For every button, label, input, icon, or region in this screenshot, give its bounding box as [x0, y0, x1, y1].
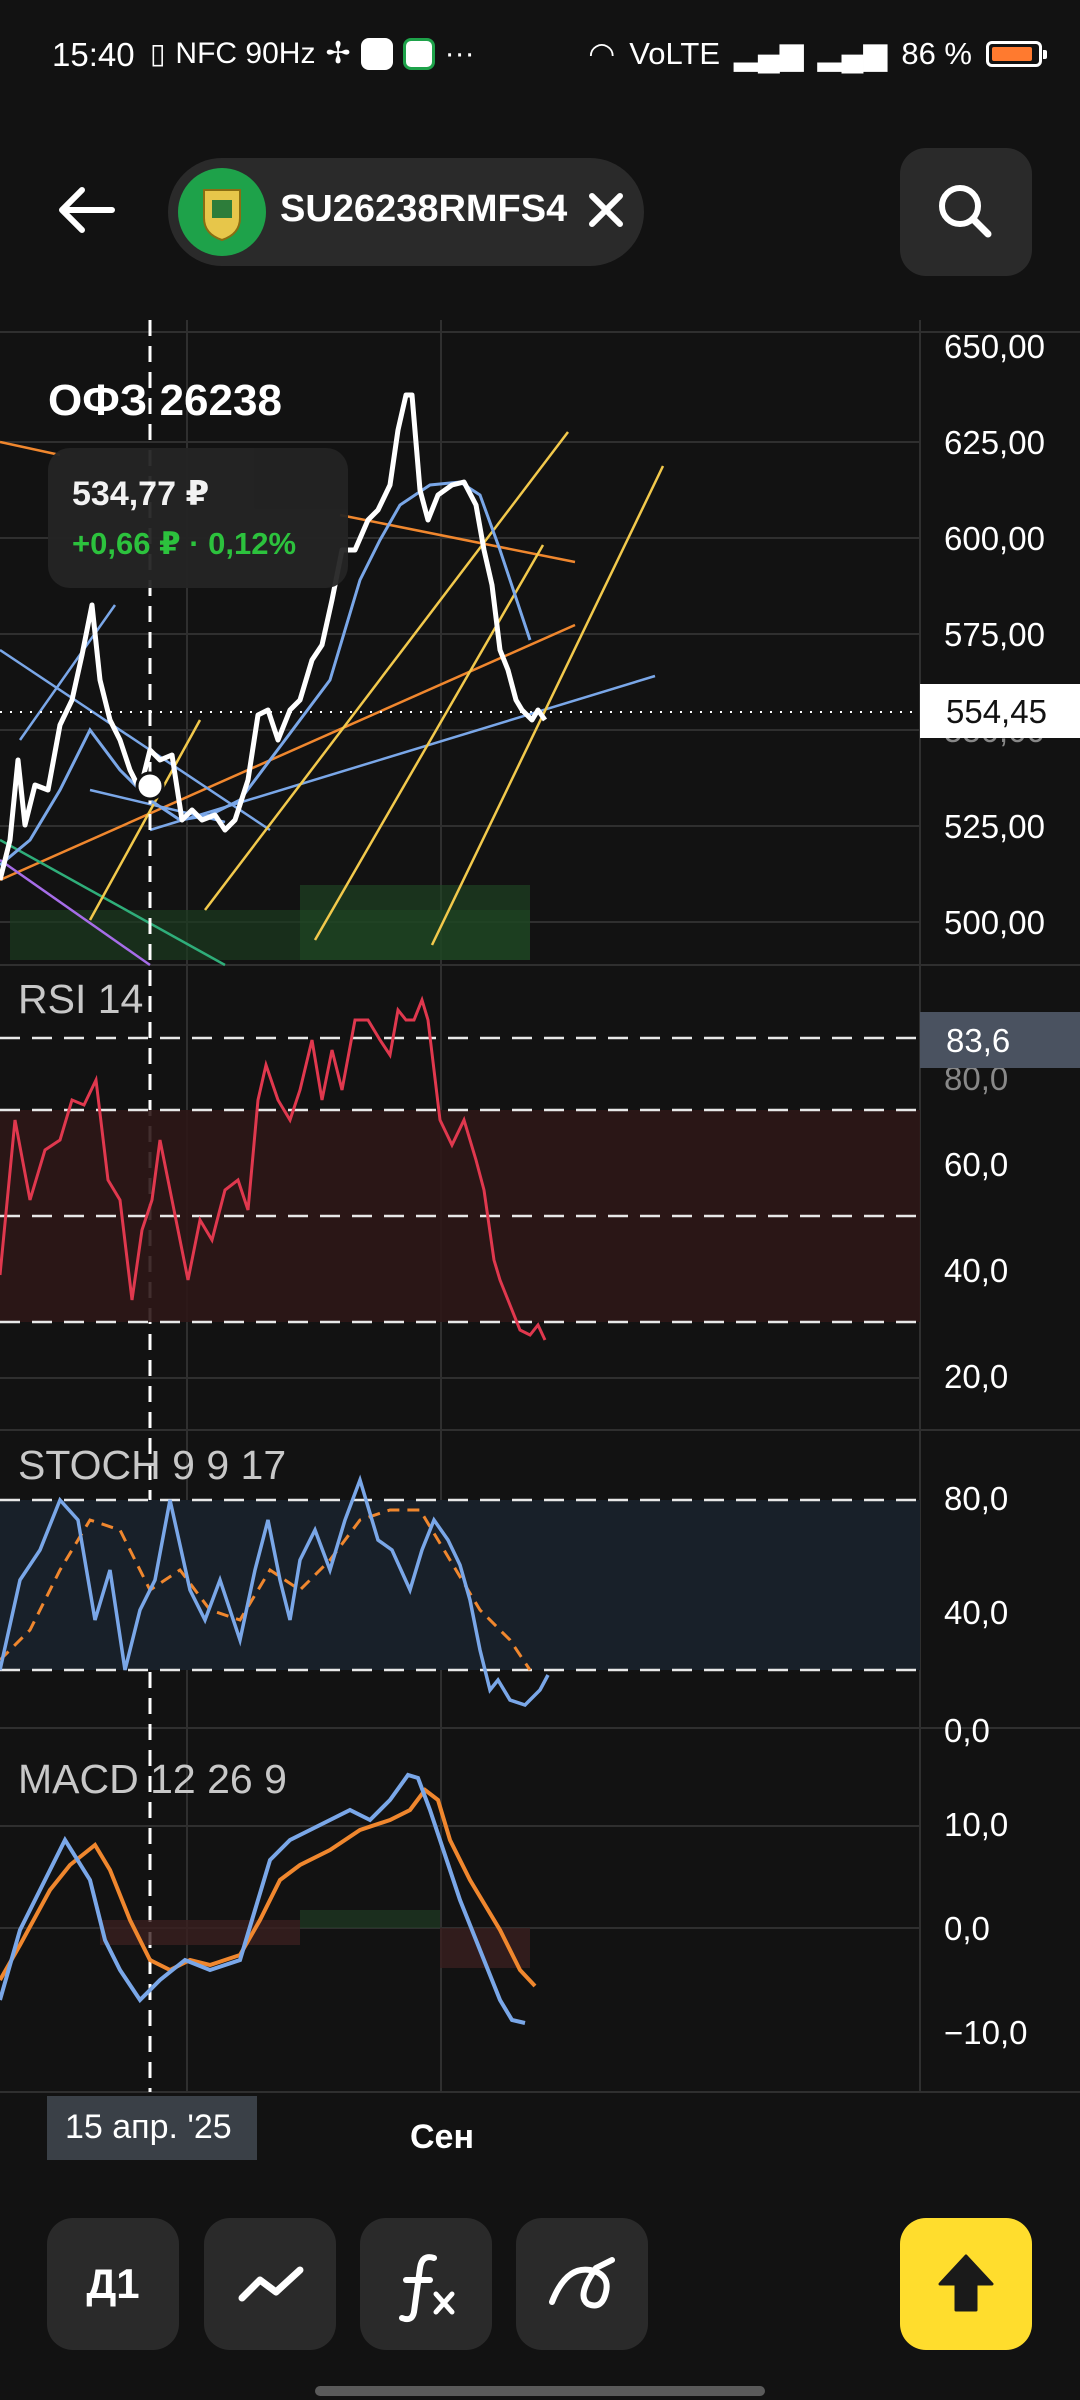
- search-icon: [939, 185, 992, 238]
- rsi-axis-label: 60,0: [944, 1146, 1009, 1183]
- macd-axis: 10,0 0,0 −10,0: [944, 1806, 1080, 2066]
- trade-button[interactable]: [900, 2218, 1032, 2350]
- status-bar: 15:40 ▯ NFC 90Hz ✢ ··· ◠ VoLTE ▂▄▆ ▂▄▆ 8…: [0, 0, 1080, 110]
- rsi-value-tag: 83,6: [920, 1012, 1080, 1068]
- stoch-axis-label: 80,0: [944, 1480, 1009, 1517]
- price-axis: 650,00 625,00 600,00 575,00 550,00 525,0…: [944, 320, 1080, 960]
- signal-icon-2: ▂▄▆: [817, 36, 888, 71]
- arrow-up-icon: [938, 2254, 994, 2312]
- crosshair-date-label: 15 апр. '25: [47, 2096, 257, 2160]
- signal-icon: ▂▄▆: [734, 36, 804, 71]
- ticker-chip[interactable]: SU26238RMFS4: [168, 158, 644, 266]
- stoch-axis-label: 40,0: [944, 1594, 1009, 1631]
- line-chart-icon: [238, 2266, 304, 2302]
- function-icon: [399, 2254, 455, 2323]
- price-tooltip: 534,77 ₽ +0,66 ₽ · 0,12%: [48, 448, 348, 588]
- macd-label: MACD 12 26 9: [18, 1756, 287, 1802]
- price-axis-label: 600,00: [944, 520, 1045, 557]
- stoch-band: [0, 1500, 920, 1670]
- rsi-axis-label: 40,0: [944, 1252, 1009, 1289]
- vibrate-icon: ▯: [150, 38, 166, 69]
- status-right: ◠ VoLTE ▂▄▆ ▂▄▆ 86 %: [588, 36, 1047, 72]
- instrument-title: ОФЗ 26238: [48, 376, 282, 425]
- price-axis-label: 525,00: [944, 808, 1045, 845]
- close-ticker-button[interactable]: [576, 180, 636, 240]
- current-price-tag: 554,45: [920, 684, 1080, 738]
- macd-axis-label: 0,0: [944, 1910, 990, 1947]
- status-left-icons: ▯ NFC 90Hz ✢ ···: [150, 36, 475, 71]
- status-time: 15:40: [52, 36, 135, 73]
- indicators-button[interactable]: [360, 2218, 492, 2350]
- nfc-refresh-text: NFC 90Hz: [175, 36, 316, 70]
- rsi-label: RSI 14: [18, 976, 144, 1022]
- fan-icon: ✢: [325, 37, 351, 70]
- stoch-axis: 80,0 40,0 0,0: [944, 1480, 1080, 1749]
- period-button[interactable]: Д1: [47, 2218, 179, 2350]
- issuer-logo-icon: [178, 168, 266, 256]
- crosshair-point: [135, 771, 165, 801]
- app-notification-icon: [360, 37, 393, 70]
- network-label: VoLTE: [629, 36, 721, 71]
- battery-icon: [986, 41, 1047, 67]
- price-axis-label: 500,00: [944, 904, 1045, 941]
- ticker-symbol: SU26238RMFS4: [280, 188, 568, 230]
- macd-axis-label: −10,0: [944, 2014, 1028, 2051]
- stoch-axis-label: 0,0: [944, 1712, 990, 1749]
- period-label: Д1: [86, 2260, 140, 2307]
- wifi-icon: ◠: [588, 36, 616, 71]
- price-axis-label: 625,00: [944, 424, 1045, 461]
- price-axis-label: 575,00: [944, 616, 1045, 653]
- rsi-axis-label: 20,0: [944, 1358, 1009, 1395]
- home-indicator[interactable]: [315, 2386, 765, 2396]
- chart-type-button[interactable]: [204, 2218, 336, 2350]
- close-icon: [589, 193, 623, 227]
- price-change: +0,66 ₽ · 0,12%: [72, 526, 297, 561]
- macd-line: [0, 1772, 526, 2025]
- drawing-tool-icon: [549, 2257, 615, 2309]
- battery-text: 86 %: [901, 36, 972, 71]
- rsi-axis: 80,0 60,0 40,0 20,0: [944, 1020, 1080, 1400]
- macd-axis-label: 10,0: [944, 1806, 1009, 1843]
- search-button[interactable]: [900, 148, 1032, 276]
- back-button[interactable]: [40, 170, 130, 260]
- month-label: Сен: [410, 2118, 474, 2156]
- arrow-left-icon: [59, 187, 115, 233]
- stoch-label: STOCH 9 9 17: [18, 1442, 287, 1488]
- drawing-tools-button[interactable]: [516, 2218, 648, 2350]
- price-axis-label: 650,00: [944, 328, 1045, 365]
- price-value: 534,77 ₽: [72, 475, 210, 513]
- more-notifications-icon: ···: [444, 36, 475, 70]
- kaspersky-icon: [402, 37, 435, 70]
